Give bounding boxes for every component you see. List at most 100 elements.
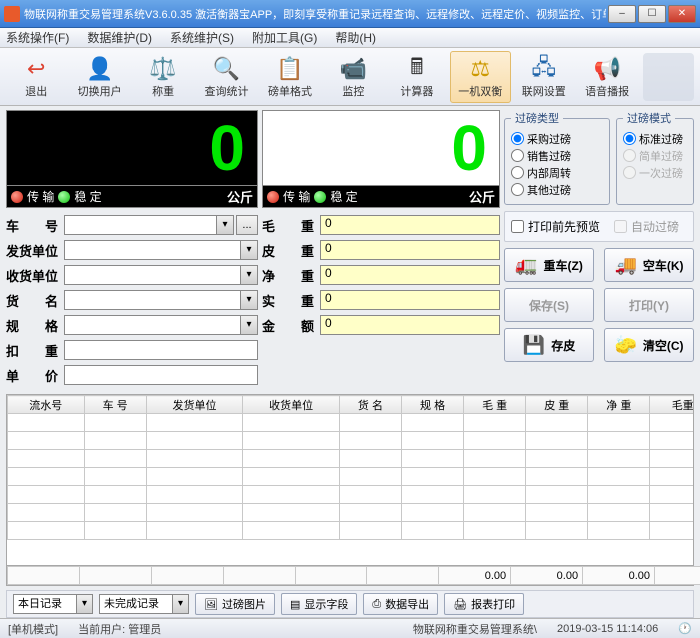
columns-icon: ▤	[290, 598, 300, 611]
净 重-value[interactable]: 0	[320, 265, 500, 285]
column-header[interactable]: 毛重时	[650, 396, 694, 414]
radio-其他过磅[interactable]: 其他过磅	[511, 181, 603, 198]
print-icon: 🖨	[453, 598, 467, 611]
toolbar-计算器[interactable]: 🖩计算器	[387, 51, 447, 103]
field-label: 发货单位	[6, 241, 64, 260]
金 额-value[interactable]: 0	[320, 315, 500, 335]
table-row[interactable]	[8, 504, 695, 522]
扣 重-input[interactable]	[64, 340, 258, 360]
单 价-input[interactable]	[64, 365, 258, 385]
column-header[interactable]: 净 重	[588, 396, 650, 414]
weigh-image-button[interactable]: 🖼过磅图片	[195, 593, 275, 615]
毛 重-value[interactable]: 0	[320, 215, 500, 235]
column-header[interactable]: 流水号	[8, 396, 85, 414]
toolbar-label: 查询统计	[205, 83, 249, 99]
app-icon	[4, 6, 20, 22]
toolbar-称重[interactable]: ⚖️称重	[133, 51, 193, 103]
发货单位-input[interactable]	[64, 240, 258, 260]
store-tare-button[interactable]: 💾存皮	[504, 328, 594, 362]
minimize-button[interactable]: –	[608, 5, 636, 23]
menu-item[interactable]: 附加工具(G)	[252, 29, 317, 46]
field-label: 收货单位	[6, 266, 64, 285]
empty-truck-button[interactable]: 🚚空车(K)	[604, 248, 694, 282]
toolbar-label: 磅单格式	[268, 83, 312, 99]
table-row[interactable]	[8, 432, 695, 450]
radio-采购过磅[interactable]: 采购过磅	[511, 130, 603, 147]
radio-内部周转[interactable]: 内部周转	[511, 164, 603, 181]
maximize-button[interactable]: ☐	[638, 5, 666, 23]
toolbar-一机双衡[interactable]: ⚖一机双衡	[450, 51, 510, 103]
menu-item[interactable]: 系统操作(F)	[6, 29, 69, 46]
stable-label: 稳 定	[74, 188, 101, 205]
radio-销售过磅[interactable]: 销售过磅	[511, 147, 603, 164]
field-label: 毛 重	[262, 216, 320, 235]
clear-button[interactable]: 🧽清空(C)	[604, 328, 694, 362]
toolbar-icon: 📹	[338, 55, 368, 83]
toolbar-icon: 🖧	[529, 55, 559, 83]
toolbar-icon: 👤	[85, 55, 115, 83]
column-header[interactable]: 发货单位	[146, 396, 243, 414]
field-label: 单 价	[6, 366, 64, 385]
menu-item[interactable]: 帮助(H)	[335, 29, 376, 46]
close-button[interactable]: ✕	[668, 5, 696, 23]
toolbar-语音播报[interactable]: 📢语音播报	[577, 51, 637, 103]
toolbar-label: 语音播报	[585, 83, 629, 99]
weight-display-left: 0	[6, 110, 258, 186]
toolbar-placeholder	[643, 53, 694, 101]
table-row[interactable]	[8, 414, 695, 432]
toolbar-label: 联网设置	[522, 83, 566, 99]
table-row[interactable]	[8, 486, 695, 504]
column-header[interactable]: 毛 重	[464, 396, 526, 414]
column-header[interactable]: 皮 重	[526, 396, 588, 414]
toolbar-查询统计[interactable]: 🔍查询统计	[196, 51, 256, 103]
weigh-type-group: 过磅类型 采购过磅 销售过磅 内部周转 其他过磅	[504, 110, 610, 205]
heavy-truck-button[interactable]: 🚛重车(Z)	[504, 248, 594, 282]
table-row[interactable]	[8, 468, 695, 486]
toolbar-icon: 📢	[592, 55, 622, 83]
records-table[interactable]: 流水号车 号发货单位收货单位货 名规 格毛 重皮 重净 重毛重时	[6, 394, 694, 566]
toolbar-切换用户[interactable]: 👤切换用户	[69, 51, 129, 103]
toolbar-icon: ⚖️	[148, 55, 178, 83]
radio-标准过磅[interactable]: 标准过磅	[623, 130, 687, 147]
column-header[interactable]: 规 格	[402, 396, 464, 414]
toolbar-icon: 🔍	[212, 55, 242, 83]
收货单位-input[interactable]	[64, 265, 258, 285]
preview-checkbox[interactable]: 打印前先预览	[511, 218, 600, 235]
toolbar-icon: 🖩	[402, 55, 432, 83]
field-label: 车 号	[6, 216, 64, 235]
total-cell	[367, 567, 439, 585]
toolbar: ↩退出👤切换用户⚖️称重🔍查询统计📋磅单格式📹监控🖩计算器⚖一机双衡🖧联网设置📢…	[0, 48, 700, 106]
lookup-button[interactable]: ...	[236, 215, 258, 235]
规 格-input[interactable]	[64, 315, 258, 335]
column-header[interactable]: 收货单位	[243, 396, 340, 414]
货 名-input[interactable]	[64, 290, 258, 310]
status-bar-right: 传 输 稳 定 公斤	[262, 186, 500, 208]
table-row[interactable]	[8, 450, 695, 468]
toolbar-磅单格式[interactable]: 📋磅单格式	[260, 51, 320, 103]
status-filter-combo[interactable]: 未完成记录	[99, 594, 189, 614]
toolbar-label: 称重	[152, 83, 174, 99]
toolbar-监控[interactable]: 📹监控	[323, 51, 383, 103]
toolbar-联网设置[interactable]: 🖧联网设置	[514, 51, 574, 103]
total-cell: 0.00	[583, 567, 655, 585]
auto-checkbox[interactable]: 自动过磅	[614, 218, 679, 235]
皮 重-value[interactable]: 0	[320, 240, 500, 260]
mode-label: [单机模式]	[8, 621, 58, 637]
toolbar-label: 监控	[342, 83, 364, 99]
menu-bar: 系统操作(F) 数据维护(D) 系统维护(S) 附加工具(G) 帮助(H)	[0, 28, 700, 48]
车 号-input[interactable]	[64, 215, 234, 235]
实 重-value[interactable]: 0	[320, 290, 500, 310]
stable-label: 稳 定	[330, 188, 357, 205]
date-filter-combo[interactable]: 本日记录	[13, 594, 93, 614]
table-row[interactable]	[8, 522, 695, 540]
field-label: 实 重	[262, 291, 320, 310]
export-button[interactable]: ⎙数据导出	[363, 593, 438, 615]
menu-item[interactable]: 数据维护(D)	[87, 29, 152, 46]
column-header[interactable]: 货 名	[339, 396, 401, 414]
menu-item[interactable]: 系统维护(S)	[170, 29, 234, 46]
truck-red-icon: 🚛	[515, 255, 537, 276]
toolbar-退出[interactable]: ↩退出	[6, 51, 66, 103]
show-fields-button[interactable]: ▤显示字段	[281, 593, 357, 615]
report-print-button[interactable]: 🖨报表打印	[444, 593, 524, 615]
column-header[interactable]: 车 号	[84, 396, 146, 414]
